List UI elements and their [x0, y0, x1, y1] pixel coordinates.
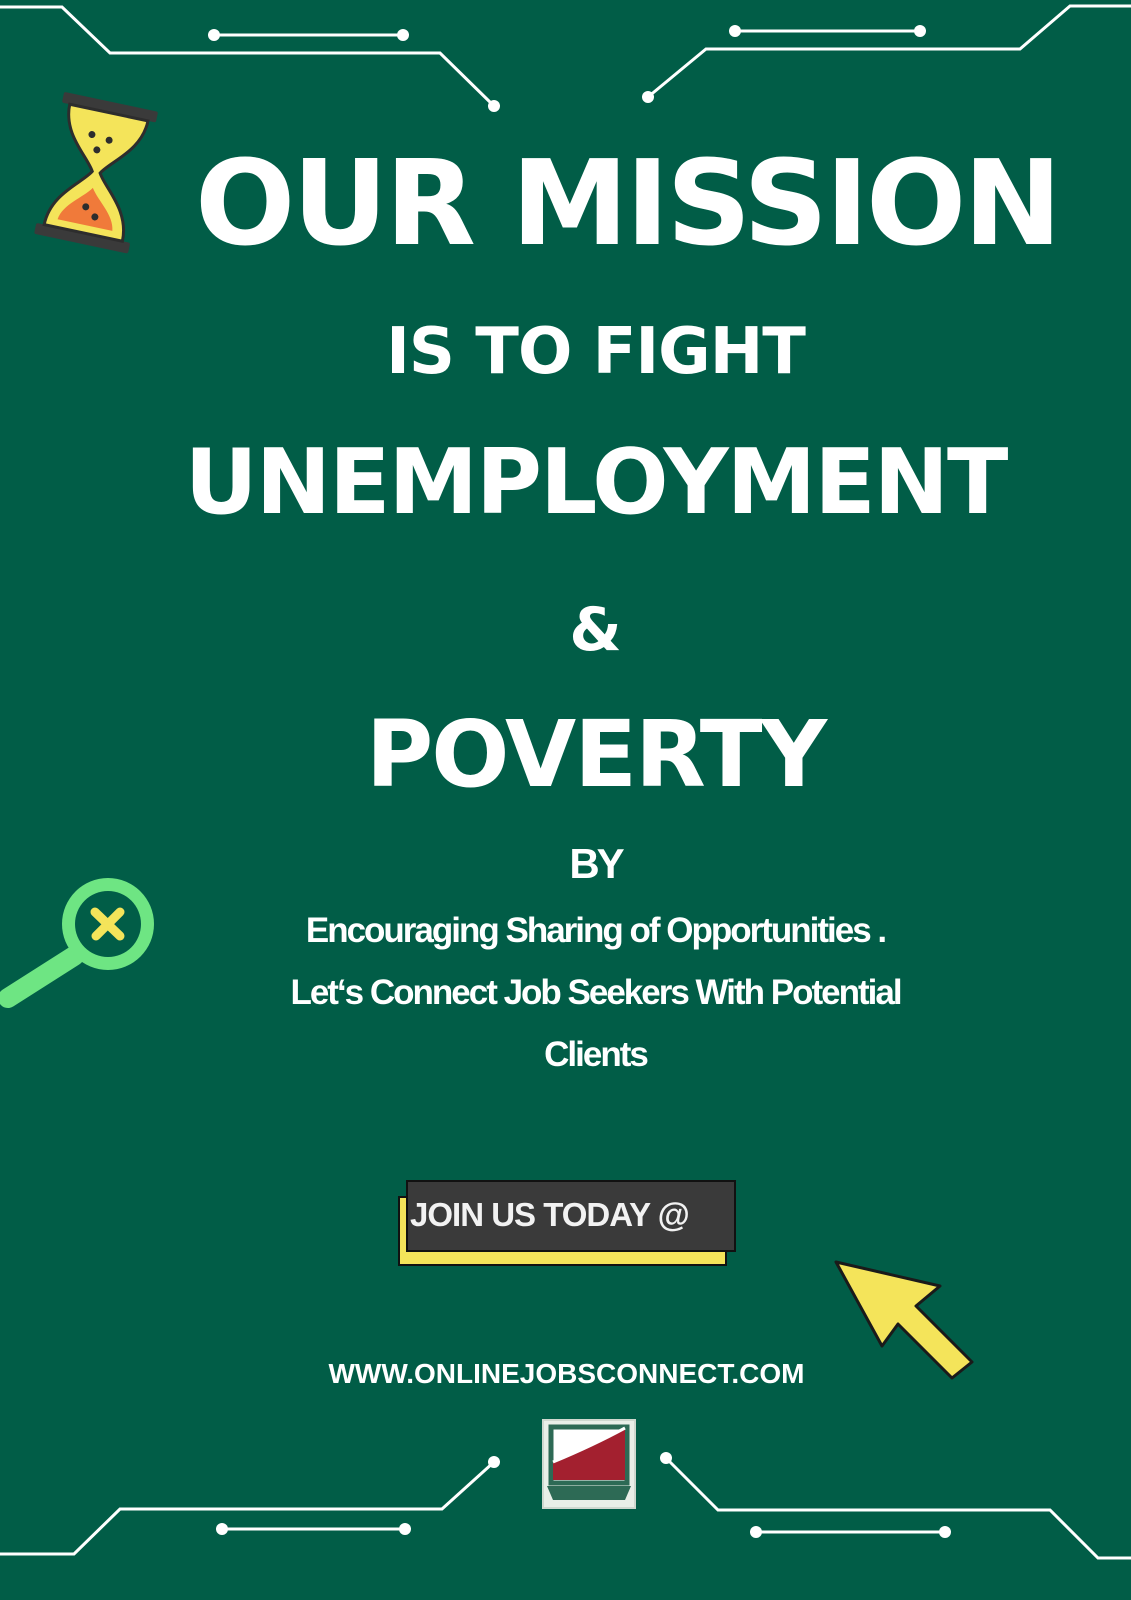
website-url-link[interactable]: WWW.ONLINEJOBSCONNECT.COM: [0, 1354, 1131, 1394]
hourglass-icon: [34, 92, 158, 254]
poster: { "poster": { "title": "OUR MISSION", "l…: [0, 0, 1131, 1600]
join-us-button[interactable]: JOIN US TODAY @: [406, 1180, 736, 1252]
mission-description-line: Let‘s Connect Job Seekers With Potential: [290, 973, 902, 1012]
mission-line-poverty: POVERTY: [365, 701, 827, 808]
mission-line-ampersand: &: [569, 595, 622, 665]
mission-description-line: Encouraging Sharing of Opportunities .: [305, 911, 887, 950]
mission-line-by: BY: [569, 840, 624, 887]
magnifier-icon: [0, 878, 154, 1008]
mission-description-line: Clients: [544, 1035, 649, 1074]
mission-title: OUR MISSION: [195, 134, 1062, 272]
mission-description: Encouraging Sharing of Opportunities . L…: [30, 900, 1131, 1086]
mission-line-is-to-fight: IS TO FIGHT: [386, 315, 806, 389]
logo-icon: [542, 1419, 636, 1509]
mission-line-unemployment: UNEMPLOYMENT: [184, 430, 1009, 535]
